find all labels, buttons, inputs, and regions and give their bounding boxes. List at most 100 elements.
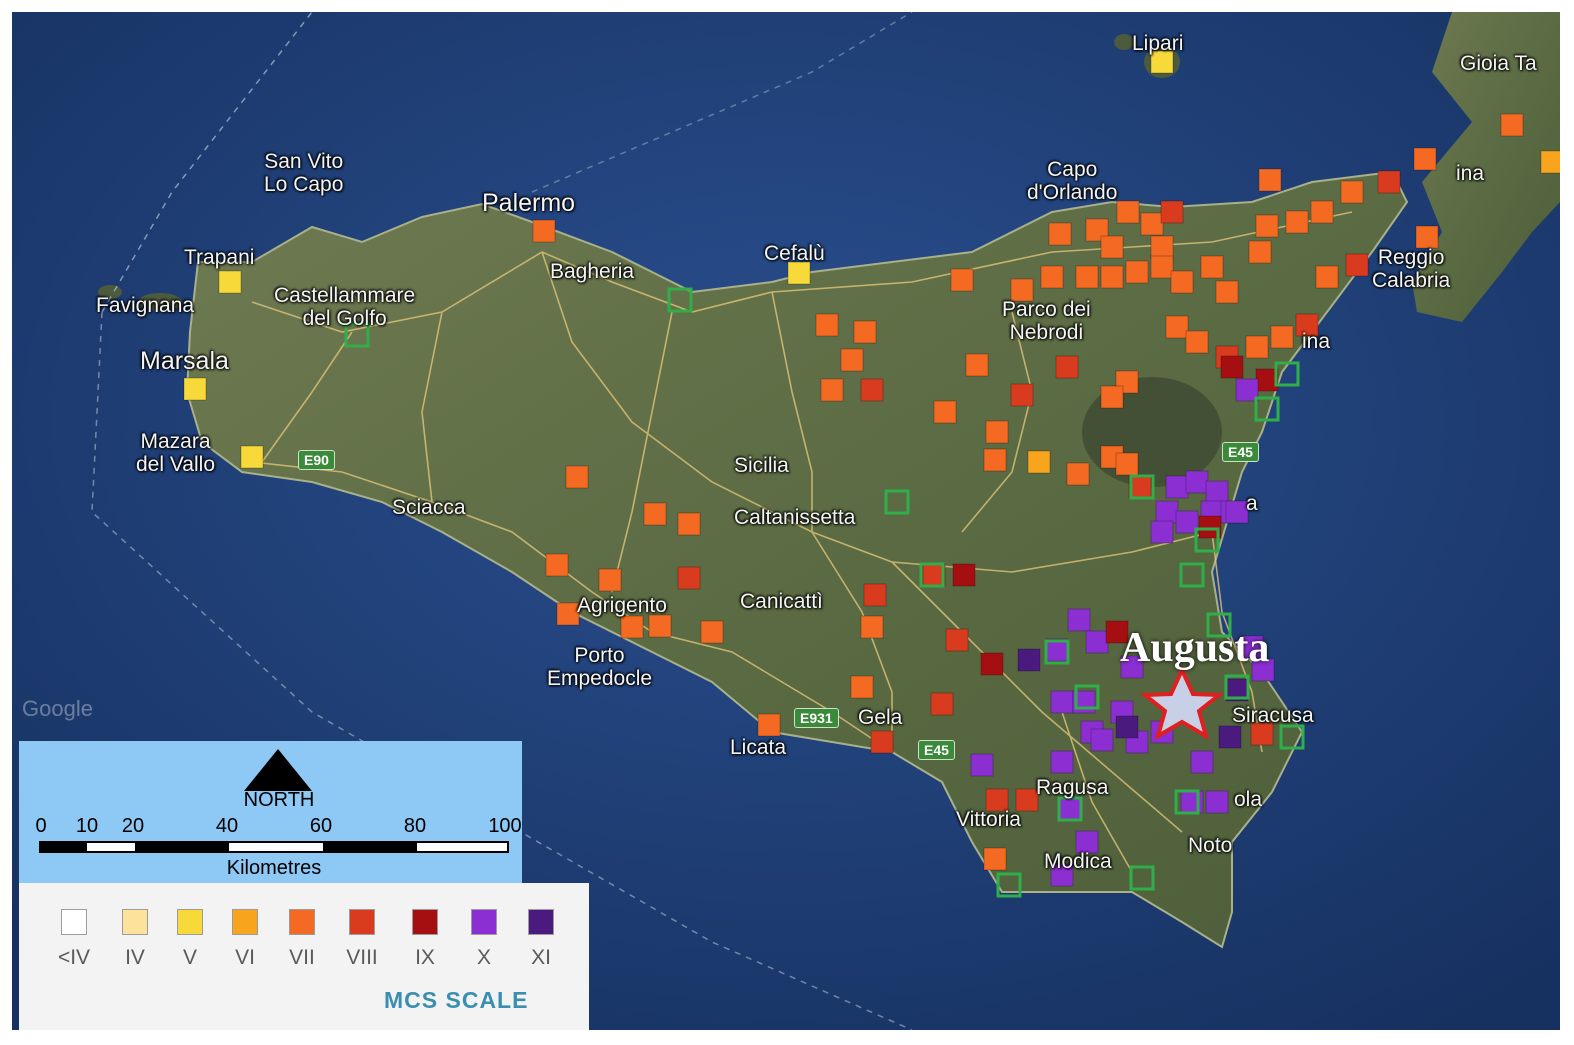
intensity-marker[interactable] <box>1050 750 1074 774</box>
map-view[interactable]: Lipari Gioia Ta San Vito Lo Capo Palermo… <box>12 12 1560 1030</box>
intensity-marker[interactable] <box>1340 180 1364 204</box>
intensity-marker[interactable] <box>1180 790 1204 814</box>
intensity-marker[interactable] <box>1258 168 1282 192</box>
intensity-marker[interactable] <box>1205 790 1229 814</box>
intensity-marker[interactable] <box>1150 235 1174 259</box>
intensity-marker[interactable] <box>1058 798 1082 822</box>
intensity-marker[interactable] <box>965 353 989 377</box>
intensity-marker[interactable] <box>850 675 874 699</box>
place-label: Noto <box>1188 834 1233 857</box>
intensity-marker[interactable] <box>1218 725 1242 749</box>
intensity-marker[interactable] <box>1185 330 1209 354</box>
intensity-marker[interactable] <box>532 219 556 243</box>
intensity-marker[interactable] <box>218 270 242 294</box>
place-label: Bagheria <box>550 260 635 283</box>
intensity-marker[interactable] <box>1085 630 1109 654</box>
intensity-marker[interactable] <box>1017 648 1041 672</box>
intensity-marker[interactable] <box>1150 520 1174 544</box>
intensity-marker[interactable] <box>815 313 839 337</box>
intensity-marker[interactable] <box>1140 212 1164 236</box>
intensity-marker[interactable] <box>1040 265 1064 289</box>
intensity-marker[interactable] <box>1010 383 1034 407</box>
intensity-marker[interactable] <box>860 615 884 639</box>
intensity-marker[interactable] <box>1248 240 1272 264</box>
intensity-marker[interactable] <box>565 465 589 489</box>
intensity-marker[interactable] <box>983 847 1007 871</box>
intensity-marker[interactable] <box>1170 270 1194 294</box>
intensity-marker[interactable] <box>1225 500 1249 524</box>
scale-tick: 0 <box>35 815 47 837</box>
intensity-marker[interactable] <box>1116 200 1140 224</box>
intensity-marker[interactable] <box>787 261 811 285</box>
intensity-marker[interactable] <box>1027 450 1051 474</box>
intensity-marker[interactable] <box>1285 210 1309 234</box>
intensity-marker[interactable] <box>1415 225 1439 249</box>
intensity-marker[interactable] <box>1205 480 1229 504</box>
intensity-marker[interactable] <box>970 753 994 777</box>
intensity-marker[interactable] <box>983 448 1007 472</box>
intensity-marker[interactable] <box>556 602 580 626</box>
intensity-marker[interactable] <box>1160 200 1184 224</box>
intensity-marker[interactable] <box>1125 260 1149 284</box>
intensity-marker[interactable] <box>1066 462 1090 486</box>
intensity-marker[interactable] <box>1050 690 1074 714</box>
intensity-marker[interactable] <box>648 614 672 638</box>
intensity-marker[interactable] <box>1540 150 1560 174</box>
scale-tick: 100 <box>488 815 522 837</box>
intensity-marker[interactable] <box>677 512 701 536</box>
intensity-marker[interactable] <box>1090 728 1114 752</box>
intensity-marker[interactable] <box>1150 255 1174 279</box>
intensity-marker[interactable] <box>620 615 644 639</box>
intensity-marker[interactable] <box>952 563 976 587</box>
intensity-marker[interactable] <box>757 713 781 737</box>
intensity-marker[interactable] <box>1215 280 1239 304</box>
intensity-marker[interactable] <box>870 730 894 754</box>
place-label: Vittoria <box>956 808 1021 831</box>
intensity-marker[interactable] <box>1048 222 1072 246</box>
intensity-marker[interactable] <box>853 320 877 344</box>
intensity-marker[interactable] <box>598 568 622 592</box>
intensity-marker[interactable] <box>1155 500 1179 524</box>
intensity-marker[interactable] <box>945 628 969 652</box>
intensity-marker[interactable] <box>863 583 887 607</box>
intensity-marker[interactable] <box>677 566 701 590</box>
intensity-marker[interactable] <box>1075 265 1099 289</box>
intensity-marker[interactable] <box>1100 385 1124 409</box>
intensity-marker[interactable] <box>1185 470 1209 494</box>
intensity-marker[interactable] <box>933 400 957 424</box>
place-label: Castellammare del Golfo <box>274 284 416 330</box>
intensity-marker[interactable] <box>980 652 1004 676</box>
place-label: Agrigento <box>577 594 667 617</box>
intensity-marker[interactable] <box>1055 355 1079 379</box>
intensity-marker[interactable] <box>1345 253 1369 277</box>
intensity-marker[interactable] <box>840 348 864 372</box>
intensity-marker[interactable] <box>950 268 974 292</box>
intensity-marker[interactable] <box>1190 750 1214 774</box>
intensity-marker[interactable] <box>700 620 724 644</box>
intensity-marker[interactable] <box>240 445 264 469</box>
intensity-marker[interactable] <box>643 502 667 526</box>
intensity-marker[interactable] <box>1220 355 1244 379</box>
intensity-marker[interactable] <box>1245 335 1269 359</box>
intensity-marker[interactable] <box>820 378 844 402</box>
intensity-marker[interactable] <box>545 553 569 577</box>
intensity-marker[interactable] <box>1100 265 1124 289</box>
intensity-marker[interactable] <box>1115 452 1139 476</box>
intensity-marker[interactable] <box>1315 265 1339 289</box>
intensity-marker[interactable] <box>860 378 884 402</box>
intensity-marker[interactable] <box>985 420 1009 444</box>
intensity-marker[interactable] <box>930 692 954 716</box>
intensity-marker[interactable] <box>1500 113 1524 137</box>
intensity-marker[interactable] <box>183 377 207 401</box>
intensity-marker[interactable] <box>1100 235 1124 259</box>
intensity-marker[interactable] <box>1270 325 1294 349</box>
intensity-marker[interactable] <box>1165 475 1189 499</box>
intensity-marker[interactable] <box>1377 170 1401 194</box>
intensity-marker[interactable] <box>1310 200 1334 224</box>
intensity-marker[interactable] <box>1413 147 1437 171</box>
intensity-marker[interactable] <box>1200 255 1224 279</box>
intensity-marker[interactable] <box>1255 214 1279 238</box>
intensity-marker[interactable] <box>1165 315 1189 339</box>
intensity-marker[interactable] <box>1067 608 1091 632</box>
intensity-marker[interactable] <box>1115 715 1139 739</box>
